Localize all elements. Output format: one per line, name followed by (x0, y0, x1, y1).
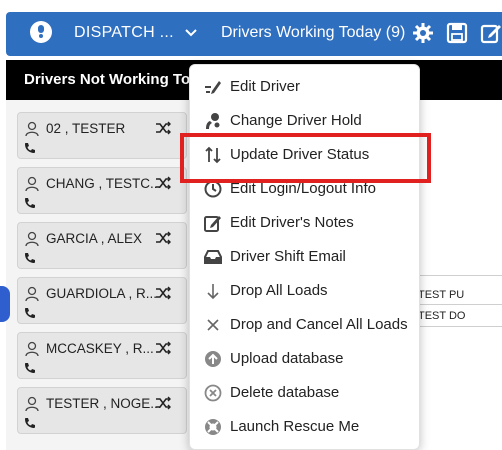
edit-icon[interactable] (480, 22, 502, 44)
menu-item-drop-all-loads[interactable]: Drop All Loads (190, 274, 421, 308)
menu-item-label: Edit Login/Logout Info (230, 180, 376, 197)
menu-item-label: Edit Driver (230, 78, 301, 95)
menu-item-edit-drivers-notes[interactable]: Edit Driver's Notes (190, 206, 421, 240)
upload-icon (205, 351, 221, 367)
lifebuoy-icon (205, 419, 221, 435)
save-icon[interactable] (446, 22, 468, 44)
gear-icon[interactable] (412, 22, 434, 44)
menu-item-label: Edit Driver's Notes (230, 214, 354, 231)
edit-driver-icon (205, 81, 221, 94)
menu-item-label: Launch Rescue Me (230, 418, 360, 435)
shuffle-icon[interactable] (155, 286, 171, 300)
section-title: Drivers Not Working Today (24, 71, 216, 88)
shuffle-icon[interactable] (155, 341, 171, 355)
driver-card[interactable]: TESTER , NOGE... (17, 387, 187, 434)
sort-arrows-icon (205, 146, 221, 164)
phone-icon (25, 198, 35, 208)
chevron-down-icon[interactable] (184, 26, 198, 40)
driver-name: CHANG , TESTC... (46, 176, 162, 191)
menu-item-label: Update Driver Status (230, 146, 370, 163)
driver-card[interactable]: GARCIA , ALEX (17, 222, 187, 269)
menu-item-label: Delete database (230, 384, 340, 401)
menu-item-label: Driver Shift Email (230, 248, 346, 265)
menu-item-edit-login-logout[interactable]: Edit Login/Logout Info (190, 172, 421, 206)
driver-card[interactable]: GUARDIOLA , R... (17, 277, 187, 324)
menu-item-driver-shift-email[interactable]: Driver Shift Email (190, 240, 421, 274)
inbox-icon (204, 250, 222, 264)
driver-card[interactable]: MCCASKEY , R... (17, 332, 187, 379)
user-circle-icon[interactable] (30, 21, 52, 43)
phone-icon (25, 253, 35, 263)
driver-card[interactable]: CHANG , TESTC... (17, 167, 187, 214)
driver-icon (25, 396, 39, 412)
side-tab[interactable] (0, 286, 10, 322)
phone-icon (25, 363, 35, 373)
driver-icon (25, 121, 39, 137)
phone-icon (25, 308, 35, 318)
shuffle-icon[interactable] (155, 176, 171, 190)
phone-icon (25, 418, 35, 428)
note-edit-icon (204, 216, 221, 232)
delete-icon (204, 384, 222, 402)
menu-item-delete-database[interactable]: Delete database (190, 376, 421, 410)
drivers-list-panel: 02 , TESTER CHANG , TESTC... GARCIA , AL… (6, 100, 206, 450)
drivers-working-label[interactable]: Drivers Working Today (9) (221, 24, 405, 42)
shuffle-icon[interactable] (155, 396, 171, 410)
close-icon (207, 319, 219, 331)
menu-item-label: Change Driver Hold (230, 112, 362, 129)
clock-icon (204, 180, 222, 198)
driver-icon (25, 176, 39, 192)
header-bar: DISPATCH ... Drivers Working Today (9) (6, 12, 502, 56)
arrow-down-icon (207, 284, 219, 300)
menu-item-drop-and-cancel[interactable]: Drop and Cancel All Loads (190, 308, 421, 342)
menu-item-label: Drop and Cancel All Loads (230, 316, 408, 333)
driver-hold-icon (206, 113, 220, 129)
dispatch-menu-label[interactable]: DISPATCH ... (74, 24, 174, 42)
driver-icon (25, 286, 39, 302)
driver-name: 02 , TESTER (46, 121, 126, 136)
menu-item-label: Upload database (230, 350, 344, 367)
phone-icon (25, 143, 35, 153)
menu-item-upload-database[interactable]: Upload database (190, 342, 421, 376)
menu-item-update-driver-status[interactable]: Update Driver Status (190, 138, 421, 172)
driver-name: MCCASKEY , R... (46, 341, 154, 356)
driver-icon (25, 231, 39, 247)
driver-name: GUARDIOLA , R... (46, 286, 158, 301)
shuffle-icon[interactable] (155, 231, 171, 245)
menu-item-launch-rescue-me[interactable]: Launch Rescue Me (190, 410, 421, 444)
shuffle-icon[interactable] (155, 121, 171, 135)
menu-item-label: Drop All Loads (230, 282, 328, 299)
top-bar: DISPATCH ... Drivers Working Today (9) (0, 0, 502, 60)
driver-card[interactable]: 02 , TESTER (17, 112, 187, 159)
driver-name: TESTER , NOGE... (46, 396, 162, 411)
menu-item-edit-driver[interactable]: Edit Driver (190, 70, 421, 104)
table-cell: TEST PU (418, 289, 465, 301)
menu-item-change-driver-hold[interactable]: Change Driver Hold (190, 104, 421, 138)
driver-name: GARCIA , ALEX (46, 231, 143, 246)
table-cell: TEST DO (418, 310, 466, 322)
context-menu: Edit Driver Change Driver Hold Update Dr… (189, 64, 420, 450)
driver-icon (25, 341, 39, 357)
